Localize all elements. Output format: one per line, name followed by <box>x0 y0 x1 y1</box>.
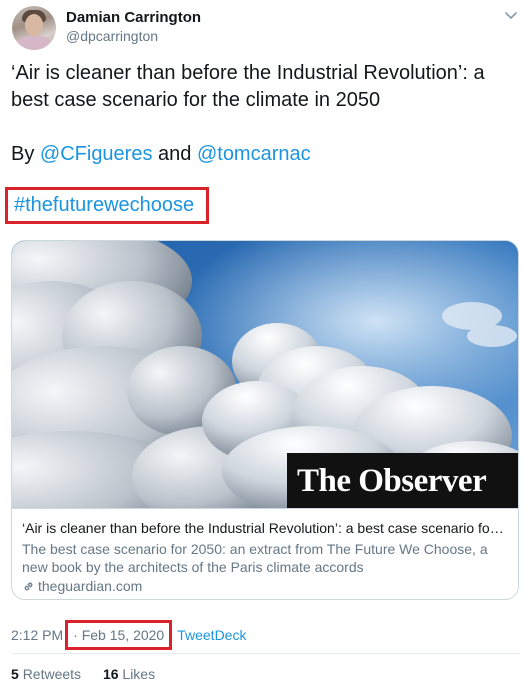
tweet-meta: 2:12 PM · Feb 15, 2020 TweetDeck <box>11 620 246 650</box>
tweet-byline: By @CFigueres and @tomcarnac <box>11 141 521 168</box>
likes-count: 16 <box>102 666 119 682</box>
date-highlight-box: · Feb 15, 2020 <box>65 620 173 650</box>
card-image[interactable]: The Observer <box>12 241 518 508</box>
mention-cfigueres[interactable]: @CFigueres <box>40 143 153 165</box>
brand-logo: The Observer <box>287 453 518 508</box>
by-prefix: By <box>11 143 40 165</box>
retweets-count: 5 <box>11 666 19 682</box>
card-title: ‘Air is cleaner than before the Industri… <box>22 520 508 536</box>
meta-separator: · <box>73 627 78 643</box>
retweets-label: Retweets <box>22 666 82 682</box>
chevron-down-icon[interactable] <box>502 6 520 24</box>
tweet-line-2: best case scenario for the climate in 20… <box>11 89 381 111</box>
card-body[interactable]: ‘Air is cleaner than before the Industri… <box>12 508 518 599</box>
likes-stat[interactable]: 16 Likes <box>103 666 155 682</box>
link-card[interactable]: The Observer ‘Air is cleaner than before… <box>11 240 519 600</box>
card-domain-row: theguardian.com <box>22 577 508 595</box>
card-description: The best case scenario for 2050: an extr… <box>22 541 488 575</box>
and-text: and <box>152 143 197 165</box>
divider <box>11 653 521 654</box>
tweet-source[interactable]: TweetDeck <box>177 627 246 643</box>
likes-label: Likes <box>122 666 156 682</box>
card-domain: theguardian.com <box>38 578 143 594</box>
author-handle[interactable]: @dpcarrington <box>66 28 158 44</box>
tweet-text: ‘Air is cleaner than before the Industri… <box>11 60 521 168</box>
tweet-date[interactable]: Feb 15, 2020 <box>82 627 165 643</box>
hashtag-link[interactable]: #thefuturewechoose <box>14 194 194 217</box>
retweets-stat[interactable]: 5 Retweets <box>11 666 81 682</box>
tweet-line-1: ‘Air is cleaner than before the Industri… <box>11 62 485 84</box>
tweet-stats: 5 Retweets 16 Likes <box>11 666 173 682</box>
hashtag-highlight-box: #thefuturewechoose <box>5 187 209 224</box>
author-name[interactable]: Damian Carrington <box>66 9 201 26</box>
tweet-header: Damian Carrington @dpcarrington <box>10 6 522 50</box>
mention-tomcarnac[interactable]: @tomcarnac <box>197 143 311 165</box>
avatar[interactable] <box>12 6 56 50</box>
link-icon <box>24 582 33 590</box>
tweet-time[interactable]: 2:12 PM <box>11 627 63 643</box>
